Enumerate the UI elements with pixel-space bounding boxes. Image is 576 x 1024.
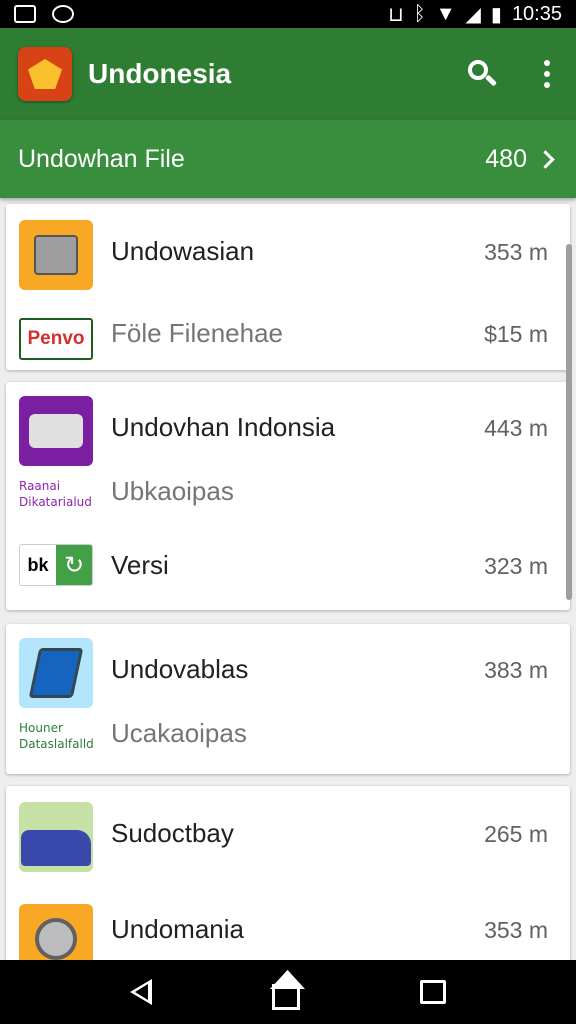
bluetooth-icon: ᛒ <box>413 2 426 25</box>
item-title: Sudoctbay <box>111 818 234 848</box>
section-count: 480 <box>485 144 527 173</box>
back-icon[interactable] <box>130 979 152 1005</box>
vibrate-icon: ⊔ <box>388 3 404 26</box>
list-item[interactable]: Penvo Föle Filenehae $15 m <box>6 304 570 370</box>
battery-icon: ▮ <box>490 3 502 26</box>
list-item[interactable]: Undowasian 353 m <box>6 204 570 304</box>
list-item[interactable]: bk ↻ Versi 323 m <box>6 522 570 610</box>
list-card: Undowasian 353 m Penvo Föle Filenehae $1… <box>6 204 570 370</box>
item-size: 353 m <box>484 917 548 943</box>
car-app-icon <box>19 802 93 872</box>
signal-icon: ◢ <box>465 3 481 26</box>
item-title: Undomania <box>111 914 244 944</box>
item-caption: Raanai Dikatarialud <box>19 479 92 509</box>
app-title: Undonesia <box>88 58 232 89</box>
section-label: Undowhan File <box>18 144 185 173</box>
list-item[interactable]: Raanai Dikatarialud Ubkaoipas <box>6 472 570 522</box>
lenovo-logo-icon: Penvo <box>19 318 93 360</box>
status-time: 10:35 <box>511 2 562 25</box>
list-card: Sudoctbay 265 m Undomania 353 m <box>6 786 570 960</box>
wifi-icon: ▼ <box>435 2 456 25</box>
file-list: Undowasian 353 m Penvo Föle Filenehae $1… <box>0 198 576 960</box>
screenshot-notification-icon <box>14 5 36 23</box>
item-size: 443 m <box>484 415 548 441</box>
list-item[interactable]: Undomania 353 m <box>6 882 570 960</box>
safe-app-icon <box>19 220 93 290</box>
item-title: Undowasian <box>111 236 255 266</box>
item-size: 353 m <box>484 239 548 265</box>
navigation-bar <box>0 960 576 1024</box>
item-size: 265 m <box>484 821 548 847</box>
file-section-header[interactable]: Undowhan File 480 <box>0 120 576 198</box>
item-size: $15 m <box>484 321 548 347</box>
search-icon[interactable] <box>466 58 498 90</box>
list-item[interactable]: Undovhan Indonsia 443 m <box>6 382 570 472</box>
emblem-icon <box>28 59 62 89</box>
item-size: 323 m <box>484 553 548 579</box>
list-item[interactable]: Sudoctbay 265 m <box>6 786 570 882</box>
list-item[interactable]: Houner Dataslalfalld Ucakaoipas <box>6 714 570 774</box>
projector-app-icon <box>19 396 93 466</box>
more-options-icon[interactable] <box>536 60 558 88</box>
scrollbar[interactable] <box>566 244 572 600</box>
refresh-icon: ↻ <box>56 545 92 585</box>
item-size: 383 m <box>484 657 548 683</box>
list-card: Undovablas 383 m Houner Dataslalfalld Uc… <box>6 624 570 774</box>
list-card: Undovhan Indonsia 443 m Raanai Dikataria… <box>6 382 570 610</box>
item-subtitle: Ubkaoipas <box>111 476 234 506</box>
status-bar: ⊔ ᛒ ▼ ◢ ▮ 10:35 <box>0 0 576 28</box>
app-logo <box>18 47 72 101</box>
item-caption: Houner Dataslalfalld <box>19 721 94 751</box>
disc-app-icon <box>19 904 93 960</box>
item-title: Undovhan Indonsia <box>111 412 336 442</box>
list-item[interactable]: Undovablas 383 m <box>6 624 570 714</box>
item-title: Föle Filenehae <box>111 318 283 348</box>
chevron-right-icon <box>536 149 555 169</box>
android-notification-icon <box>52 5 74 23</box>
recent-apps-icon[interactable] <box>420 980 446 1004</box>
versi-app-icon: bk ↻ <box>19 544 93 586</box>
app-bar: Undonesia <box>0 28 576 120</box>
tablet-app-icon <box>19 638 93 708</box>
item-title: Undovablas <box>111 654 249 684</box>
item-title: Versi <box>111 550 169 580</box>
home-icon[interactable] <box>272 984 300 1010</box>
item-subtitle: Ucakaoipas <box>111 718 247 748</box>
